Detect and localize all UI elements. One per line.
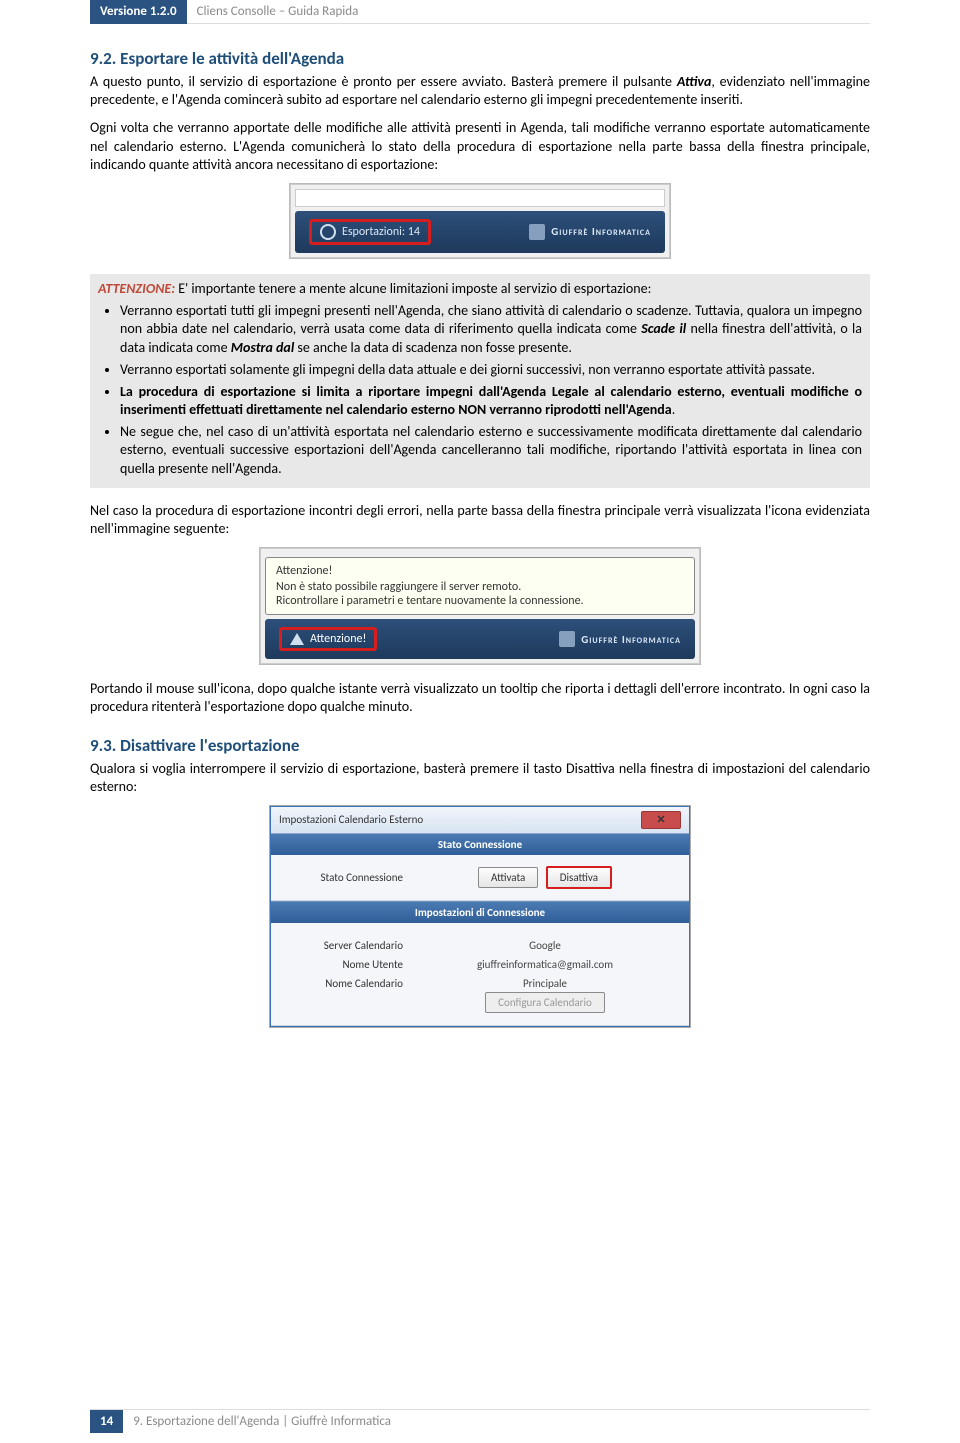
paragraph-errors: Nel caso la procedura di esportazione in…	[90, 502, 870, 538]
tooltip-line: Ricontrollare i parametri e tentare nuov…	[276, 594, 684, 608]
field-label: Stato Connessione	[287, 871, 417, 884]
section-header-connection-settings: Impostazioni di Connessione	[271, 901, 689, 923]
list-item: Verranno esportati tutti gli impegni pre…	[120, 302, 862, 357]
field-label: Nome Utente	[287, 958, 417, 971]
tooltip-title: Attenzione!	[276, 564, 684, 578]
deactivate-button[interactable]: Disattiva	[546, 866, 612, 889]
figure-error-status: Attenzione! Non è stato possibile raggiu…	[260, 548, 700, 664]
row-username: Nome Utente giuffreinformatica@gmail.com	[287, 958, 673, 971]
figure-toolbar-placeholder	[295, 189, 665, 207]
emphasis-scade-il: Scade il	[641, 320, 686, 337]
field-value: Configura Calendario	[417, 996, 673, 1009]
brand-logo-icon	[559, 631, 575, 647]
export-count-label: Esportazioni: 14	[342, 225, 420, 239]
export-count-badge[interactable]: Esportazioni: 14	[309, 219, 431, 245]
list-item: Ne segue che, nel caso di un'attività es…	[120, 423, 862, 478]
section-body: Server Calendario Google Nome Utente giu…	[271, 923, 689, 1026]
list-item: Verranno esportati solamente gli impegni…	[120, 361, 862, 379]
dialog-title: Impostazioni Calendario Esterno	[279, 813, 423, 826]
field-value: Google	[417, 939, 673, 952]
attention-box: ATTENZIONE: E' importante tenere a mente…	[90, 274, 870, 488]
field-label: Nome Calendario	[287, 977, 417, 990]
row-server: Server Calendario Google	[287, 939, 673, 952]
configure-calendar-button[interactable]: Configura Calendario	[485, 992, 605, 1013]
row-calendar-name: Nome Calendario Principale	[287, 977, 673, 990]
row-connection-status: Stato Connessione Attivata Disattiva	[287, 871, 673, 884]
row-configure: Configura Calendario	[287, 996, 673, 1009]
close-icon: ✕	[656, 813, 665, 826]
text: .	[672, 401, 676, 418]
brand-text: Giuffrè Informatica	[551, 225, 651, 238]
heading-9-2: 9.2. Esportare le attività dell'Agenda	[90, 48, 870, 69]
paragraph-tooltip-info: Portando il mouse sull'icona, dopo qualc…	[90, 680, 870, 716]
brand-label: Giuffrè Informatica	[529, 224, 651, 240]
bold-text: La procedura di esportazione si limita a…	[120, 383, 862, 418]
brand-label: Giuffrè Informatica	[559, 631, 681, 647]
text: se anche la data di scadenza non fosse p…	[294, 339, 572, 356]
figure-status-bar: Esportazioni: 14 Giuffrè Informatica	[290, 184, 670, 258]
page-number: 14	[90, 1410, 123, 1433]
attention-label: ATTENZIONE:	[98, 280, 175, 297]
tooltip-line: Non è stato possibile raggiungere il ser…	[276, 580, 684, 594]
warning-icon	[290, 633, 304, 645]
paragraph-disable: Qualora si voglia interrompere il serviz…	[90, 760, 870, 796]
tooltip: Attenzione! Non è stato possibile raggiu…	[265, 557, 695, 615]
heading-9-3: 9.3. Disattivare l'esportazione	[90, 735, 870, 756]
doc-title: Cliens Consolle – Guida Rapida	[187, 0, 870, 24]
attention-list: Verranno esportati tutti gli impegni pre…	[98, 302, 862, 478]
activated-button[interactable]: Attivata	[478, 867, 538, 888]
status-bar-error: Attenzione! Giuffrè Informatica	[265, 619, 695, 659]
page-footer: 14 9. Esportazione dell'Agenda | Giuffrè…	[0, 1409, 960, 1433]
dialog-titlebar: Impostazioni Calendario Esterno ✕	[271, 807, 689, 834]
section-header-connection-status: Stato Connessione	[271, 834, 689, 855]
emphasis-attiva: Attiva	[677, 73, 712, 90]
attention-intro: E' importante tenere a mente alcune limi…	[175, 280, 651, 297]
sync-icon	[320, 224, 336, 240]
warning-badge[interactable]: Attenzione!	[279, 627, 377, 651]
brand-logo-icon	[529, 224, 545, 240]
figure-settings-dialog: Impostazioni Calendario Esterno ✕ Stato …	[270, 806, 690, 1027]
paragraph-autoexport: Ogni volta che verranno apportate delle …	[90, 119, 870, 174]
page-header: Versione 1.2.0 Cliens Consolle – Guida R…	[90, 0, 870, 24]
field-label: Server Calendario	[287, 939, 417, 952]
field-value: Principale	[417, 977, 673, 990]
version-badge: Versione 1.2.0	[90, 0, 187, 24]
status-bar: Esportazioni: 14 Giuffrè Informatica	[295, 211, 665, 253]
close-button[interactable]: ✕	[641, 811, 681, 829]
field-value: Attivata Disattiva	[417, 871, 673, 884]
list-item: La procedura di esportazione si limita a…	[120, 383, 862, 419]
footer-breadcrumb: 9. Esportazione dell'Agenda | Giuffrè In…	[123, 1410, 401, 1433]
warning-label: Attenzione!	[310, 632, 366, 646]
brand-text: Giuffrè Informatica	[581, 633, 681, 646]
text: A questo punto, il servizio di esportazi…	[90, 73, 677, 90]
section-body: Stato Connessione Attivata Disattiva	[271, 855, 689, 901]
field-value: giuffreinformatica@gmail.com	[417, 958, 673, 971]
paragraph-intro: A questo punto, il servizio di esportazi…	[90, 73, 870, 109]
emphasis-mostra-dal: Mostra dal	[231, 339, 295, 356]
